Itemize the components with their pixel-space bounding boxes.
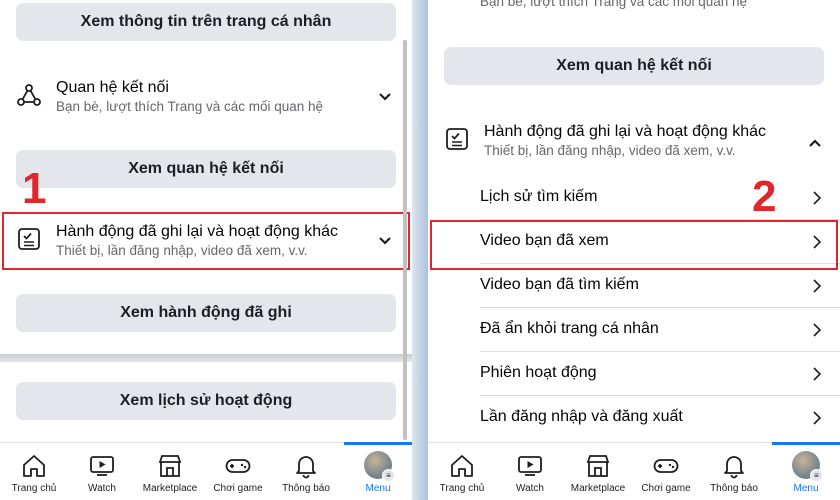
- tab-gaming[interactable]: Chơi game: [632, 443, 700, 500]
- left-screen: Xem thông tin trên trang cá nhân Quan hệ…: [0, 0, 412, 500]
- bell-icon: [724, 456, 744, 479]
- tab-label: Chơi game: [641, 483, 691, 494]
- chevron-right-icon: [813, 279, 822, 293]
- bottom-tab-bar: Trang chủ Watch Marketplace Chơi game Th…: [0, 442, 412, 500]
- menu-badge-icon: ≡: [810, 469, 823, 482]
- list-item-label: Video bạn đã tìm kiếm: [480, 276, 639, 293]
- tab-menu[interactable]: ≡ Menu: [772, 442, 840, 500]
- list-item-label: Đã ẩn khỏi trang cá nhân: [480, 320, 659, 337]
- menu-badge-icon: ≡: [382, 469, 395, 482]
- watch-icon: [518, 456, 542, 476]
- bell-icon: [296, 456, 316, 479]
- activity-subtitle: Thiết bị, lần đăng nhập, video đã xem, v…: [484, 143, 736, 158]
- tab-label: Thông báo: [710, 483, 758, 494]
- tab-label: Menu: [365, 483, 391, 494]
- tab-label: Thông báo: [282, 483, 330, 494]
- tab-menu[interactable]: ≡ Menu: [344, 442, 412, 500]
- scrollbar[interactable]: [403, 40, 407, 440]
- connections-row[interactable]: Quan hệ kết nối Bạn bè, lượt thích Trang…: [16, 78, 396, 116]
- activity-subtitle: Thiết bị, lần đăng nhập, video đã xem, v…: [56, 243, 308, 258]
- home-icon: [451, 455, 473, 477]
- tab-watch[interactable]: Watch: [68, 443, 136, 500]
- activity-log-icon: [18, 228, 40, 250]
- home-icon: [23, 455, 45, 477]
- activity-title: Hành động đã ghi lại và hoạt động khác: [484, 123, 766, 140]
- list-item-login-logout[interactable]: Lần đăng nhập và đăng xuất: [428, 396, 840, 440]
- activity-title: Hành động đã ghi lại và hoạt động khác: [56, 223, 338, 240]
- avatar: ≡: [364, 451, 395, 482]
- list-item-searched-videos[interactable]: Video bạn đã tìm kiếm: [428, 264, 840, 308]
- tab-home[interactable]: Trang chủ: [428, 443, 496, 500]
- tab-label: Menu: [793, 483, 819, 494]
- chevron-right-icon: [813, 411, 822, 425]
- tab-marketplace[interactable]: Marketplace: [136, 443, 204, 500]
- tab-home[interactable]: Trang chủ: [0, 443, 68, 500]
- section-divider: [0, 354, 412, 362]
- view-profile-info-button[interactable]: Xem thông tin trên trang cá nhân: [16, 3, 396, 41]
- chevron-down-icon[interactable]: [378, 236, 392, 246]
- activity-log-icon: [446, 128, 468, 150]
- tab-gaming[interactable]: Chơi game: [204, 443, 272, 500]
- tab-notifications[interactable]: Thông báo: [700, 443, 768, 500]
- chevron-right-icon: [813, 323, 822, 337]
- chevron-right-icon: [813, 367, 822, 381]
- view-connections-button[interactable]: Xem quan hệ kết nối: [444, 47, 824, 85]
- bottom-tab-bar: Trang chủ Watch Marketplace Chơi game Th…: [428, 442, 840, 500]
- tab-marketplace[interactable]: Marketplace: [564, 443, 632, 500]
- list-item-hidden-from-profile[interactable]: Đã ẩn khỏi trang cá nhân: [428, 308, 840, 352]
- activity-row[interactable]: Hành động đã ghi lại và hoạt động khác T…: [16, 222, 396, 260]
- chevron-down-icon[interactable]: [378, 92, 392, 102]
- connections-icon: [17, 84, 41, 106]
- list-item-label: Phiên hoạt động: [480, 364, 597, 381]
- tab-notifications[interactable]: Thông báo: [272, 443, 340, 500]
- highlight-box-watched-videos: [430, 220, 838, 270]
- list-item-label: Lịch sử tìm kiếm: [480, 188, 598, 205]
- connections-subtitle-cut: Bạn bè, lượt thích Trang và các mối quan…: [480, 0, 748, 9]
- step-marker-1: 1: [22, 164, 47, 213]
- tab-label: Watch: [88, 483, 116, 494]
- gamepad-icon: [653, 459, 679, 473]
- tab-label: Watch: [516, 483, 544, 494]
- panel-divider: [412, 0, 428, 500]
- tab-label: Marketplace: [142, 483, 198, 494]
- view-activity-button[interactable]: Xem hành động đã ghi: [16, 294, 396, 332]
- watch-icon: [90, 456, 114, 476]
- list-item-search-history[interactable]: Lịch sử tìm kiếm: [428, 176, 840, 220]
- tab-label: Marketplace: [570, 483, 626, 494]
- list-item-active-sessions[interactable]: Phiên hoạt động: [428, 352, 840, 396]
- connections-title: Quan hệ kết nối: [56, 79, 169, 96]
- gamepad-icon: [225, 459, 251, 473]
- tab-label: Chơi game: [213, 483, 263, 494]
- chevron-right-icon: [813, 191, 822, 205]
- view-history-button[interactable]: Xem lịch sử hoạt động: [16, 382, 396, 420]
- view-connections-button[interactable]: Xem quan hệ kết nối: [16, 150, 396, 188]
- marketplace-icon: [586, 455, 610, 477]
- chevron-up-icon[interactable]: [808, 138, 822, 148]
- list-item-label: Lần đăng nhập và đăng xuất: [480, 408, 683, 425]
- activity-row[interactable]: Hành động đã ghi lại và hoạt động khác T…: [444, 122, 824, 160]
- tab-watch[interactable]: Watch: [496, 443, 564, 500]
- avatar: ≡: [792, 451, 823, 482]
- right-screen: Bạn bè, lượt thích Trang và các mối quan…: [428, 0, 840, 500]
- tab-label: Trang chủ: [439, 483, 485, 494]
- connections-subtitle: Bạn bè, lượt thích Trang và các mối quan…: [56, 99, 324, 114]
- tab-label: Trang chủ: [11, 483, 57, 494]
- marketplace-icon: [158, 455, 182, 477]
